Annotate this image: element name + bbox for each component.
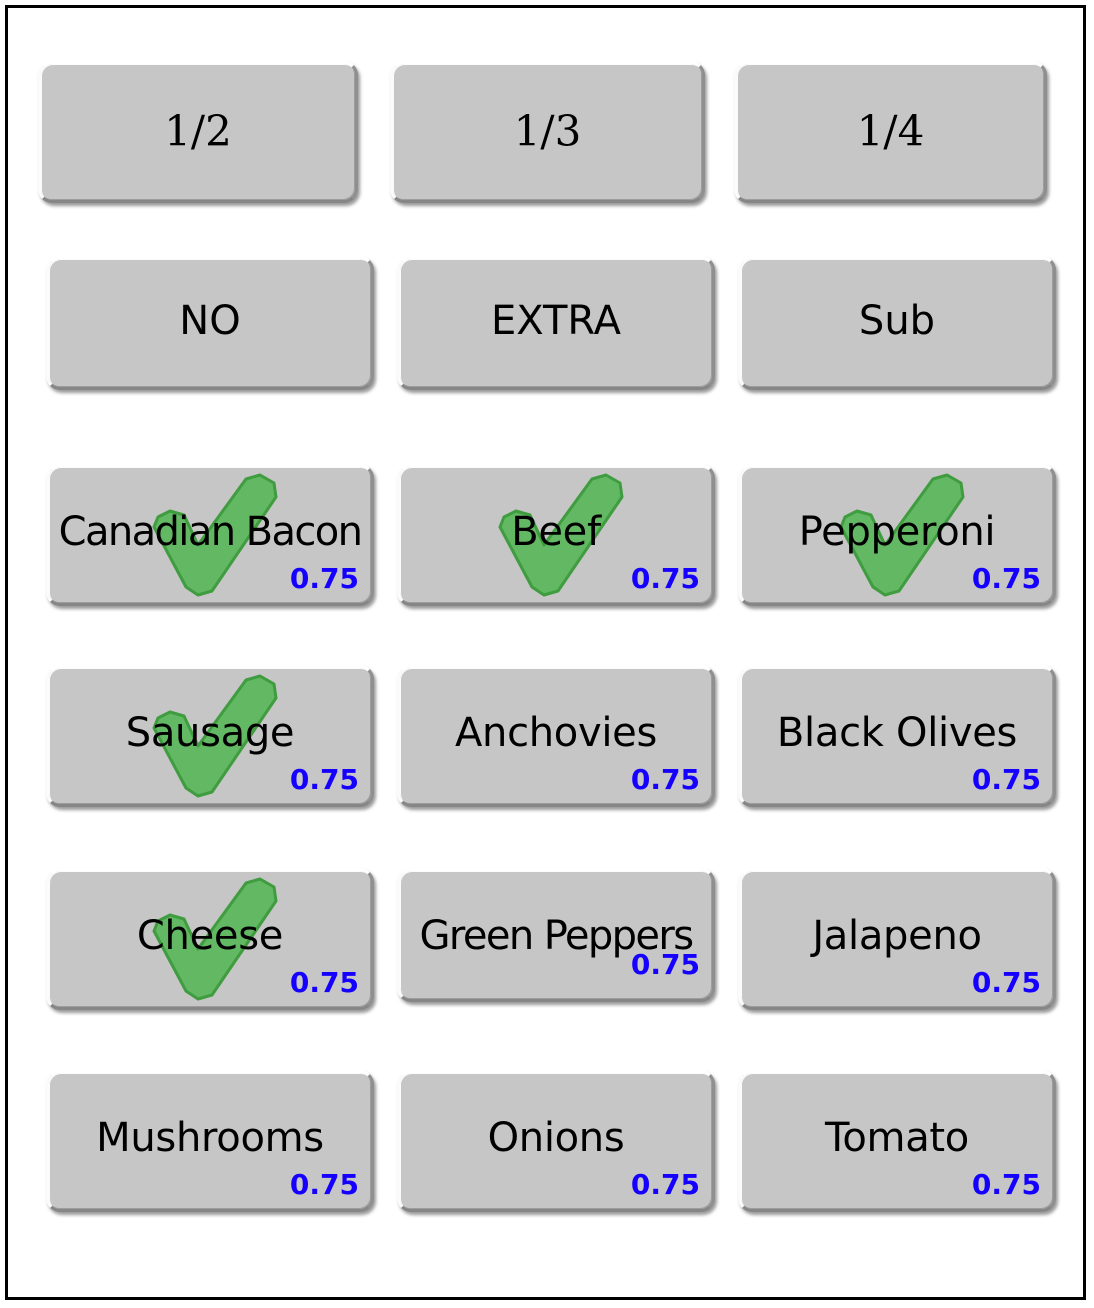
topping-canadian-bacon-price: 0.75 [289, 562, 359, 595]
topping-tomato-label: Tomato [825, 1115, 969, 1161]
topping-anchovies-label: Anchovies [454, 710, 658, 756]
window-frame: 1/2 1/3 1/4 NO EXTRA Sub Canadian Bacon … [5, 5, 1086, 1300]
topping-pepperoni[interactable]: Pepperoni 0.75 [738, 464, 1056, 606]
topping-green-peppers[interactable]: Green Peppers 0.75 [397, 868, 715, 1002]
topping-tomato-price: 0.75 [971, 1168, 1041, 1201]
topping-beef-label: Beef [511, 509, 601, 555]
topping-jalapeno-label: Jalapeno [812, 913, 982, 959]
topping-cheese[interactable]: Cheese 0.75 [46, 868, 374, 1010]
topping-black-olives-label: Black Olives [776, 710, 1018, 756]
screen: 1/2 1/3 1/4 NO EXTRA Sub Canadian Bacon … [0, 0, 1094, 1308]
quarter-button-label: 1/4 [856, 106, 925, 156]
topping-anchovies[interactable]: Anchovies 0.75 [397, 665, 715, 807]
quarter-button[interactable]: 1/4 [734, 61, 1047, 203]
topping-pepperoni-label: Pepperoni [798, 509, 996, 555]
topping-mushrooms[interactable]: Mushrooms 0.75 [46, 1070, 374, 1212]
topping-mushrooms-label: Mushrooms [96, 1115, 324, 1161]
topping-green-peppers-price: 0.75 [630, 948, 700, 981]
topping-cheese-price: 0.75 [289, 966, 359, 999]
topping-canadian-bacon-label: Canadian Bacon [58, 509, 363, 555]
topping-onions-label: Onions [487, 1115, 625, 1161]
topping-pepperoni-price: 0.75 [971, 562, 1041, 595]
topping-black-olives-price: 0.75 [971, 763, 1041, 796]
topping-mushrooms-price: 0.75 [289, 1168, 359, 1201]
third-button-label: 1/3 [513, 106, 582, 156]
extra-button[interactable]: EXTRA [397, 256, 715, 390]
topping-jalapeno[interactable]: Jalapeno 0.75 [738, 868, 1056, 1010]
third-button[interactable]: 1/3 [390, 61, 705, 203]
topping-anchovies-price: 0.75 [630, 763, 700, 796]
extra-button-label: EXTRA [491, 298, 621, 345]
no-button[interactable]: NO [46, 256, 374, 390]
half-button[interactable]: 1/2 [38, 61, 358, 203]
topping-black-olives[interactable]: Black Olives 0.75 [738, 665, 1056, 807]
topping-beef-price: 0.75 [630, 562, 700, 595]
half-button-label: 1/2 [164, 106, 232, 156]
topping-canadian-bacon[interactable]: Canadian Bacon 0.75 [46, 464, 374, 606]
topping-tomato[interactable]: Tomato 0.75 [738, 1070, 1056, 1212]
topping-cheese-label: Cheese [136, 913, 284, 959]
topping-keypad: 1/2 1/3 1/4 NO EXTRA Sub Canadian Bacon … [8, 8, 1083, 1297]
topping-jalapeno-price: 0.75 [971, 966, 1041, 999]
sub-button-label: Sub [858, 298, 936, 345]
topping-sausage-price: 0.75 [289, 763, 359, 796]
topping-onions[interactable]: Onions 0.75 [397, 1070, 715, 1212]
topping-sausage[interactable]: Sausage 0.75 [46, 665, 374, 807]
no-button-label: NO [179, 298, 241, 345]
topping-sausage-label: Sausage [125, 710, 295, 756]
sub-button[interactable]: Sub [738, 256, 1056, 390]
topping-beef[interactable]: Beef 0.75 [397, 464, 715, 606]
topping-onions-price: 0.75 [630, 1168, 700, 1201]
